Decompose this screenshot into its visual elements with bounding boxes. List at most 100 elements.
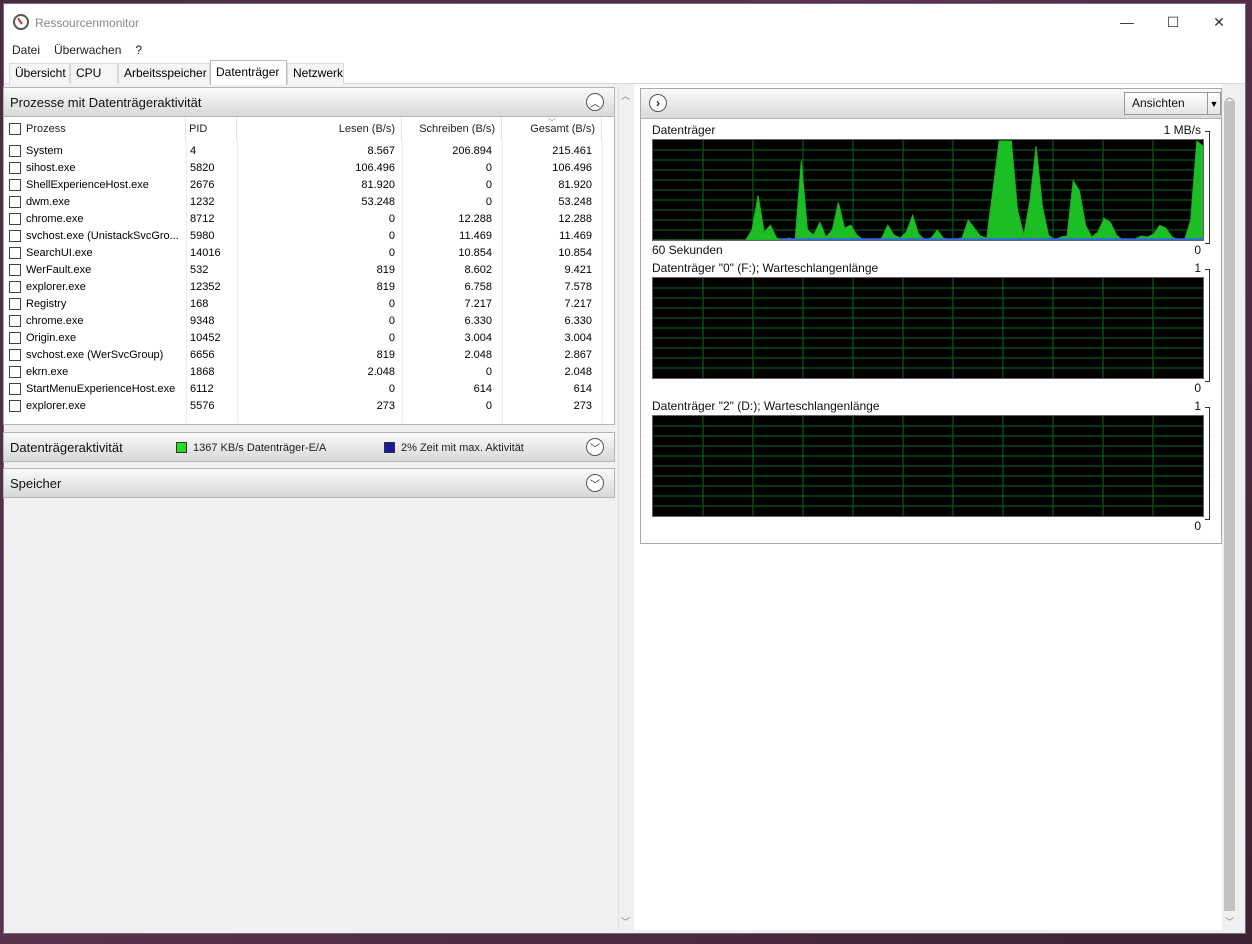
storage-section-header[interactable]: Speicher ﹀: [3, 468, 615, 498]
table-row[interactable]: explorer.exe 5576 273 0 273: [4, 398, 604, 415]
tab-uebersicht[interactable]: Übersicht: [9, 63, 70, 84]
right-pane-scrollbar[interactable]: ︿ ﹀: [1222, 87, 1238, 930]
scale-tick: [1205, 131, 1210, 132]
process-total: 3.004: [564, 332, 592, 344]
row-checkbox[interactable]: [9, 400, 21, 412]
scroll-down-icon[interactable]: ﹀: [1225, 915, 1234, 928]
chart-svg: [653, 278, 1203, 378]
table-row[interactable]: dwm.exe 1232 53.248 0 53.248: [4, 194, 604, 211]
process-total: 53.248: [558, 196, 592, 208]
column-header-pid[interactable]: PID: [189, 117, 237, 141]
process-total: 614: [573, 383, 592, 395]
table-row[interactable]: SearchUI.exe 14016 0 10.854 10.854: [4, 245, 604, 262]
row-checkbox[interactable]: [9, 213, 21, 225]
chart-title: Datenträger: [652, 123, 716, 137]
process-name: chrome.exe: [26, 213, 84, 225]
chart-min-label: 0: [1194, 519, 1201, 533]
graph-toolbar: › Ansichten ▼: [641, 89, 1221, 119]
process-read: 0: [388, 315, 395, 327]
row-checkbox[interactable]: [9, 298, 21, 310]
row-checkbox[interactable]: [9, 349, 21, 361]
table-row[interactable]: chrome.exe 9348 0 6.330 6.330: [4, 313, 604, 330]
table-row[interactable]: svchost.exe (UnistackSvcGro... 5980 0 11.46…: [4, 228, 604, 245]
table-row[interactable]: chrome.exe 8712 0 12.288 12.288: [4, 211, 604, 228]
expand-down-icon[interactable]: ﹀: [586, 474, 604, 492]
process-name: explorer.exe: [26, 400, 86, 412]
scale-tick: [1205, 269, 1210, 270]
process-pid: 532: [190, 264, 209, 276]
chevron-right-icon[interactable]: ›: [649, 94, 667, 112]
process-pid: 168: [190, 298, 209, 310]
menu-ueberwachen[interactable]: Überwachen: [54, 43, 121, 57]
resource-monitor-icon: [13, 14, 29, 30]
table-row[interactable]: ShellExperienceHost.exe 2676 81.920 0 81.920: [4, 177, 604, 194]
minimize-button[interactable]: —: [1104, 4, 1150, 40]
table-row[interactable]: sihost.exe 5820 106.496 0 106.496: [4, 160, 604, 177]
process-read: 0: [388, 383, 395, 395]
process-write: 0: [485, 179, 492, 191]
process-total: 6.330: [564, 315, 592, 327]
disk-activity-section-header[interactable]: Datenträgeraktivität 1367 KB/s Datenträg…: [3, 432, 615, 462]
process-read: 53.248: [361, 196, 395, 208]
process-total: 11.469: [559, 230, 592, 242]
row-checkbox[interactable]: [9, 230, 21, 242]
table-row[interactable]: System 4 8.567 206.894 215.461: [4, 143, 604, 160]
disk-f-queue-chart: [652, 277, 1204, 379]
left-pane-scrollbar[interactable]: ︿ ﹀: [618, 87, 633, 930]
close-button[interactable]: ✕: [1196, 4, 1242, 40]
scroll-thumb[interactable]: [1224, 101, 1235, 911]
process-total: 9.421: [564, 264, 592, 276]
table-row[interactable]: Registry 168 0 7.217 7.217: [4, 296, 604, 313]
row-checkbox[interactable]: [9, 247, 21, 259]
tab-arbeitsspeicher[interactable]: Arbeitsspeicher: [118, 63, 210, 84]
row-checkbox[interactable]: [9, 383, 21, 395]
collapse-up-icon[interactable]: ︿: [586, 93, 604, 111]
expand-down-icon[interactable]: ﹀: [586, 438, 604, 456]
column-header-schreiben[interactable]: Schreiben (B/s): [402, 117, 502, 141]
process-total: 2.867: [564, 349, 592, 361]
chart-max-label: 1: [1194, 399, 1201, 413]
process-pid: 1868: [190, 366, 215, 378]
process-name: sihost.exe: [26, 162, 76, 174]
menu-help[interactable]: ?: [135, 43, 142, 57]
title-bar[interactable]: Ressourcenmonitor — ☐ ✕: [4, 4, 1245, 40]
table-row[interactable]: svchost.exe (WerSvcGroup) 6656 819 2.048 2.8…: [4, 347, 604, 364]
process-pid: 2676: [190, 179, 215, 191]
table-row[interactable]: Origin.exe 10452 0 3.004 3.004: [4, 330, 604, 347]
views-dropdown-icon[interactable]: ▼: [1208, 92, 1221, 115]
maximize-button[interactable]: ☐: [1150, 4, 1196, 40]
process-read: 0: [388, 230, 395, 242]
chart-svg: [653, 416, 1203, 516]
table-row[interactable]: explorer.exe 12352 819 6.758 7.578: [4, 279, 604, 296]
window-title: Ressourcenmonitor: [35, 16, 140, 30]
row-checkbox[interactable]: [9, 196, 21, 208]
tab-bar: Übersicht CPU Arbeitsspeicher Datenträge…: [4, 60, 1245, 85]
process-name: svchost.exe (UnistackSvcGro...: [26, 230, 179, 242]
tab-cpu[interactable]: CPU: [70, 63, 118, 84]
row-checkbox[interactable]: [9, 332, 21, 344]
scale-tick: [1205, 519, 1210, 520]
tab-netzwerk[interactable]: Netzwerk: [287, 63, 344, 84]
row-checkbox[interactable]: [9, 145, 21, 157]
scroll-up-icon[interactable]: ︿: [621, 89, 630, 102]
select-all-checkbox[interactable]: [9, 123, 21, 135]
chart-title: Datenträger "0" (F:); Warteschlangenläng…: [652, 261, 879, 275]
scroll-down-icon[interactable]: ﹀: [621, 915, 630, 928]
table-row[interactable]: StartMenuExperienceHost.exe 6112 0 614 614: [4, 381, 604, 398]
processes-section-header[interactable]: Prozesse mit Datenträgeraktivität ︿: [3, 87, 615, 117]
row-checkbox[interactable]: [9, 366, 21, 378]
row-checkbox[interactable]: [9, 315, 21, 327]
column-header-lesen[interactable]: Lesen (B/s): [237, 117, 402, 141]
row-checkbox[interactable]: [9, 264, 21, 276]
menu-datei[interactable]: Datei: [12, 43, 40, 57]
row-checkbox[interactable]: [9, 281, 21, 293]
views-button[interactable]: Ansichten: [1124, 92, 1208, 115]
table-row[interactable]: ekrn.exe 1868 2.048 0 2.048: [4, 364, 604, 381]
column-header-prozess[interactable]: Prozess: [26, 117, 186, 141]
table-row[interactable]: WerFault.exe 532 819 8.602 9.421: [4, 262, 604, 279]
tab-datentraeger[interactable]: Datenträger: [210, 60, 287, 85]
row-checkbox[interactable]: [9, 162, 21, 174]
process-name: WerFault.exe: [26, 264, 92, 276]
process-read: 819: [376, 264, 395, 276]
row-checkbox[interactable]: [9, 179, 21, 191]
